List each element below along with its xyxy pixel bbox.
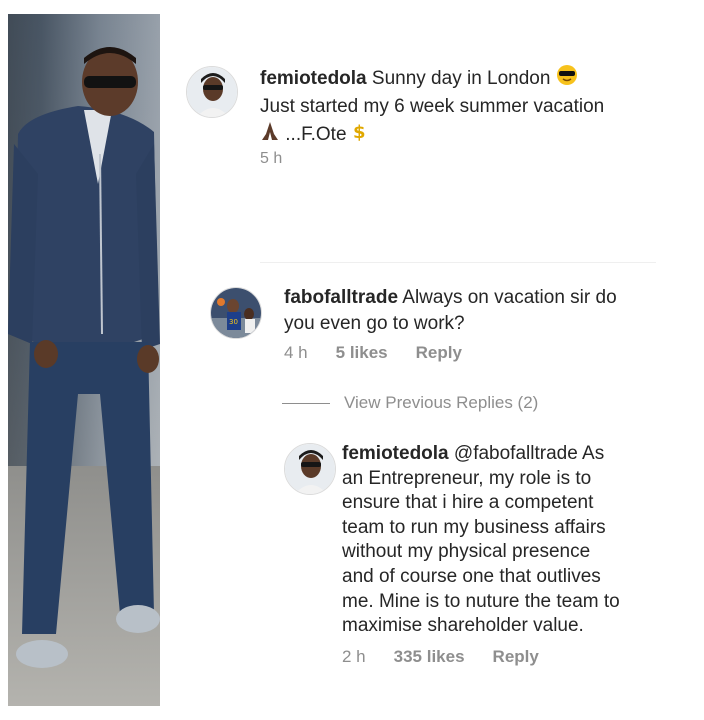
- post-caption: femiotedola Sunny day in London Just sta…: [260, 64, 660, 150]
- reply-line-6: me. Mine is to nuture the team to: [342, 590, 620, 612]
- femiotedola-reply-avatar[interactable]: [284, 443, 336, 495]
- view-previous-replies-label[interactable]: View Previous Replies (2): [344, 393, 538, 413]
- post-username[interactable]: femiotedola: [260, 68, 367, 89]
- comment-reply-button[interactable]: Reply: [416, 343, 462, 363]
- comment-timestamp: 4 h: [284, 343, 308, 362]
- reply-line-4: without my physical presence: [342, 541, 591, 563]
- replies-divider-line: [282, 402, 330, 404]
- svg-text:$: $: [353, 122, 366, 142]
- svg-text:30: 30: [229, 318, 238, 326]
- comment-text-line-2: you even go to work?: [284, 313, 465, 334]
- man-in-denim-figure: [8, 47, 160, 668]
- comment-username[interactable]: fabofalltrade: [284, 287, 398, 308]
- post-timestamp: 5 h: [260, 150, 283, 167]
- caption-line-2: Just started my 6 week summer vacation: [260, 96, 605, 117]
- fabofalltrade-avatar[interactable]: 30: [210, 287, 262, 339]
- reply-username[interactable]: femiotedola: [342, 443, 449, 464]
- reply-line-1: an Entrepreneur, my role is to: [342, 467, 592, 489]
- user-avatar-icon: [187, 67, 237, 117]
- reply-reply-button[interactable]: Reply: [493, 647, 539, 667]
- reply-meta: 2 h 335 likes Reply: [342, 647, 539, 667]
- sunglasses-emoji-icon: [556, 64, 578, 94]
- caption-line-3: ...F.Ote: [285, 124, 347, 146]
- femiotedola-avatar[interactable]: [186, 66, 238, 118]
- reply-line-0: As: [582, 443, 605, 464]
- view-previous-replies[interactable]: View Previous Replies (2): [282, 393, 538, 413]
- reply-line-5: and of course one that outlives: [342, 565, 601, 587]
- comment-likes-count[interactable]: 5 likes: [336, 343, 388, 363]
- dollar-sign-emoji-icon: $: [352, 120, 366, 150]
- comment-body: fabofalltrade Always on vacation sir do …: [284, 285, 654, 337]
- comment-meta: 4 h 5 likes Reply: [284, 343, 462, 363]
- instagram-screenshot: femiotedola Sunny day in London Just sta…: [0, 0, 704, 720]
- user-avatar-icon: [285, 444, 335, 494]
- reply-line-3: team to run my business affairs: [342, 516, 606, 538]
- caption-line-1: Sunny day in London: [371, 68, 551, 90]
- comment-text-line-1: Always on vacation sir do: [402, 287, 617, 308]
- post-photo: [8, 14, 160, 706]
- reply-line-2: ensure that i hire a competent: [342, 492, 594, 514]
- praying-hands-emoji-icon: [260, 120, 280, 150]
- reply-line-7: maximise shareholder value.: [342, 615, 584, 637]
- reply-mention[interactable]: @fabofalltrade: [454, 443, 578, 464]
- reply-body: femiotedola @fabofalltrade As an Entrepr…: [342, 442, 682, 639]
- reply-timestamp: 2 h: [342, 647, 366, 666]
- basketball-avatar-icon: 30: [211, 288, 261, 338]
- reply-likes-count[interactable]: 335 likes: [394, 647, 465, 667]
- post-divider: [260, 262, 656, 263]
